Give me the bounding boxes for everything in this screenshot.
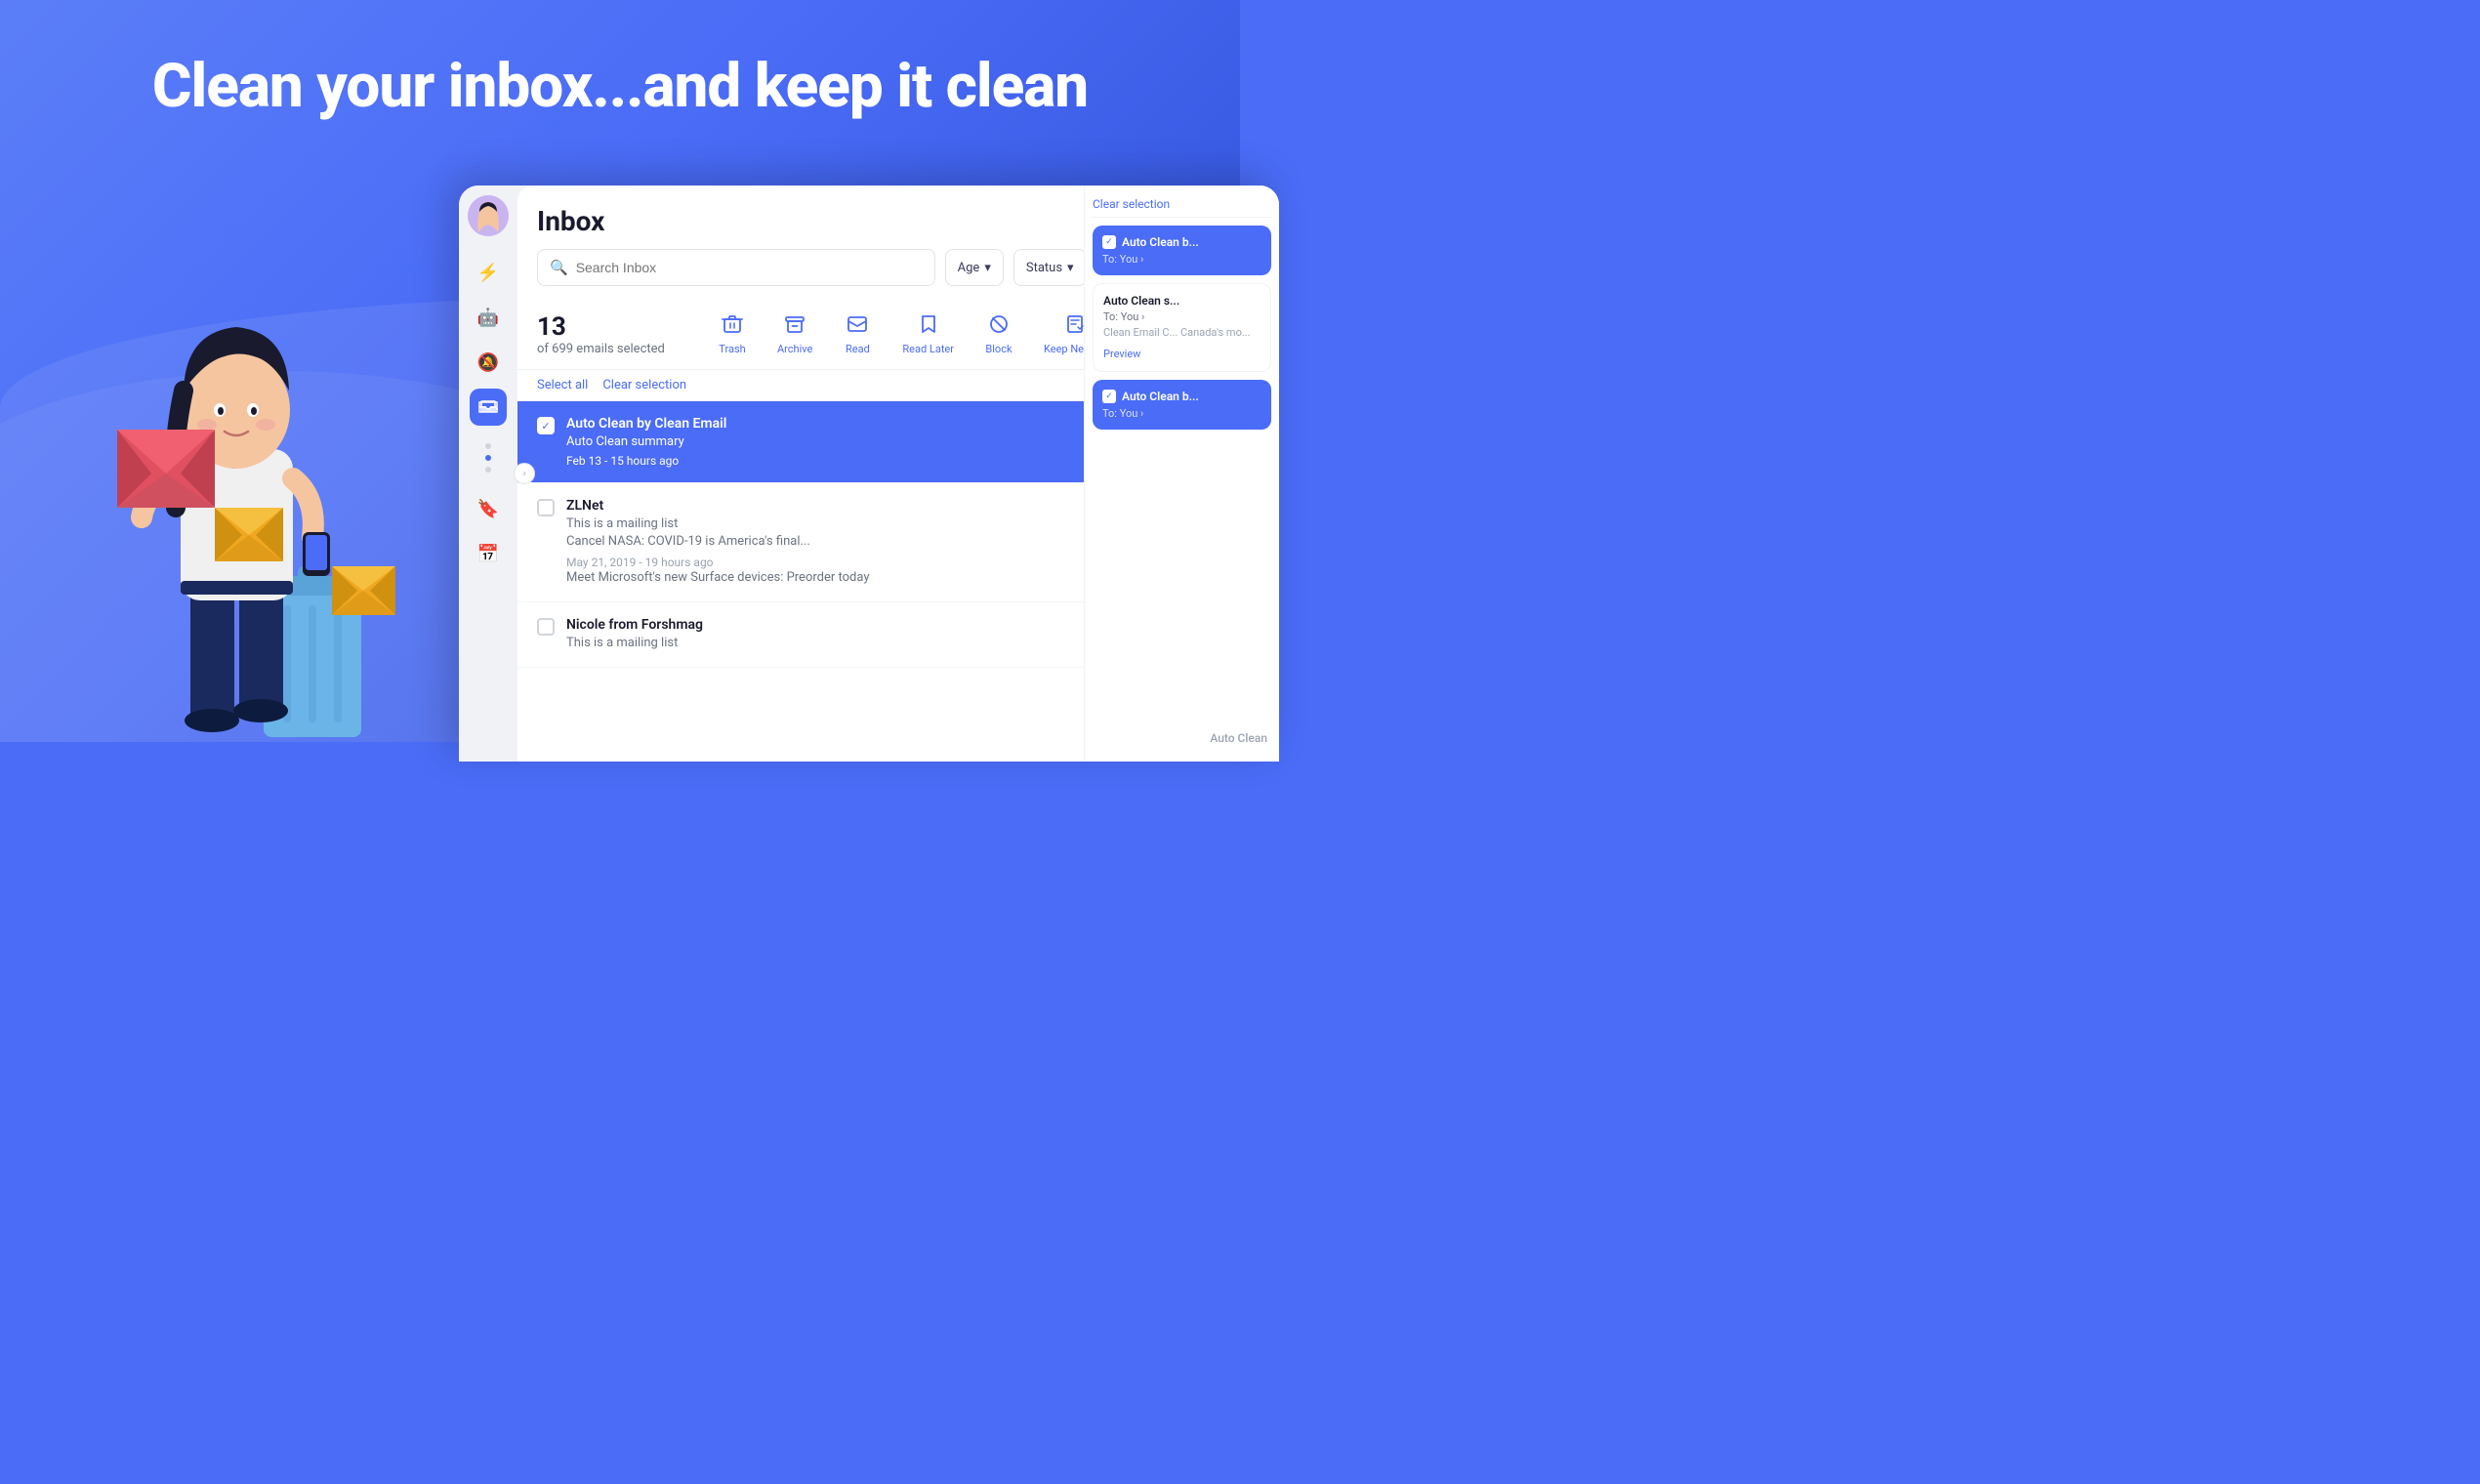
envelope-small-2 <box>332 566 395 619</box>
search-icon: 🔍 <box>550 259 568 276</box>
right-panel-item-2[interactable]: Auto Clean s... To: You › Clean Email C.… <box>1093 283 1271 372</box>
status-filter-label: Status <box>1026 261 1062 275</box>
selected-label: of 699 emails selected <box>537 342 693 356</box>
age-filter-label: Age <box>958 261 980 275</box>
selection-count: 13 of 699 emails selected <box>537 312 693 356</box>
status-filter-button[interactable]: Status ▾ <box>1013 249 1087 286</box>
right-panel: Clear selection ✓ Auto Clean b... To: Yo… <box>1084 186 1279 762</box>
rp-to: To: You › <box>1102 407 1261 420</box>
rp-to: To: You › <box>1102 253 1261 266</box>
email-preview: This is a mailing list <box>566 636 678 650</box>
rp-checkbox: ✓ <box>1102 390 1116 403</box>
read-icon <box>847 313 868 340</box>
archive-icon <box>784 313 806 340</box>
email-date: Feb 13 - 15 hours ago <box>566 454 679 468</box>
auto-clean-section-label: Auto Clean <box>1210 727 1267 746</box>
sidebar-dot <box>485 443 491 449</box>
sidebar-item-inbox[interactable] <box>470 389 507 426</box>
block-label: Block <box>985 343 1012 355</box>
clear-selection-right-link[interactable]: Clear selection <box>1093 197 1170 211</box>
sidebar-scroll-indicators <box>485 433 491 482</box>
read-later-label: Read Later <box>902 343 954 355</box>
read-later-button[interactable]: Read Later <box>890 308 966 361</box>
sidebar-item-quick-actions[interactable]: ⚡ <box>470 254 507 291</box>
envelope-small-1 <box>215 508 283 565</box>
sender-name: Auto Clean by Clean Email <box>566 416 726 432</box>
archive-label: Archive <box>777 343 812 355</box>
right-panel-item-1[interactable]: ✓ Auto Clean b... To: You › <box>1093 226 1271 275</box>
search-input[interactable] <box>576 260 923 275</box>
rp-checkbox: ✓ <box>1102 235 1116 249</box>
right-panel-item-3[interactable]: ✓ Auto Clean b... To: You › <box>1093 380 1271 430</box>
sidebar-item-read-later[interactable]: 🔖 <box>470 490 507 527</box>
email-checkbox[interactable] <box>537 618 555 636</box>
rp-to: To: You › <box>1103 310 1261 323</box>
app-panel: › ⚡ 🤖 🔕 🔖 📅 Inbox <box>459 186 1279 762</box>
email-checkbox[interactable] <box>537 499 555 516</box>
sidebar-dot <box>485 467 491 473</box>
avatar[interactable] <box>468 195 509 236</box>
read-later-icon <box>918 313 939 340</box>
clear-selection-link[interactable]: Clear selection <box>602 378 686 392</box>
block-button[interactable]: Block <box>970 308 1028 361</box>
sidebar-item-unsubscribe[interactable]: 🔕 <box>470 344 507 381</box>
sidebar: › ⚡ 🤖 🔕 🔖 📅 <box>459 186 517 762</box>
read-button[interactable]: Read <box>828 308 887 361</box>
age-chevron-icon: ▾ <box>984 261 991 275</box>
hero-title: Clean your inbox...and keep it clean <box>0 54 1240 120</box>
rp-title: Auto Clean s... <box>1103 294 1261 308</box>
expand-sidebar-button[interactable]: › <box>514 463 535 484</box>
selected-number: 13 <box>537 312 693 342</box>
sender-name: Nicole from Forshmag <box>566 617 703 633</box>
rp-title: Auto Clean b... <box>1122 390 1199 403</box>
keep-newest-icon <box>1064 313 1086 340</box>
trash-icon <box>722 313 743 340</box>
status-chevron-icon: ▾ <box>1067 261 1074 275</box>
trash-button[interactable]: Trash <box>703 308 762 361</box>
read-label: Read <box>846 343 870 355</box>
auto-clean-label: Auto Clean <box>1210 731 1267 745</box>
trash-label: Trash <box>719 343 745 355</box>
sidebar-dot <box>485 455 491 461</box>
sidebar-item-auto-clean[interactable]: 🤖 <box>470 299 507 336</box>
archive-button[interactable]: Archive <box>765 308 824 361</box>
email-checkbox[interactable]: ✓ <box>537 417 555 434</box>
age-filter-button[interactable]: Age ▾ <box>945 249 1004 286</box>
search-box[interactable]: 🔍 <box>537 249 935 286</box>
select-all-link[interactable]: Select all <box>537 378 588 392</box>
illustration-area <box>59 156 469 742</box>
envelope-large <box>117 430 215 512</box>
rp-body: Clean Email C... Canada's mo... <box>1103 326 1261 339</box>
sidebar-item-calendar[interactable]: 📅 <box>470 535 507 572</box>
rp-title: Auto Clean b... <box>1122 235 1199 249</box>
block-icon <box>988 313 1010 340</box>
sender-name: ZLNet <box>566 498 603 514</box>
email-date: May 21, 2019 - 19 hours ago <box>566 556 714 569</box>
preview-link[interactable]: Preview <box>1103 348 1140 360</box>
email-preview-2: Cancel NASA: COVID-19 is America's final… <box>566 534 810 549</box>
